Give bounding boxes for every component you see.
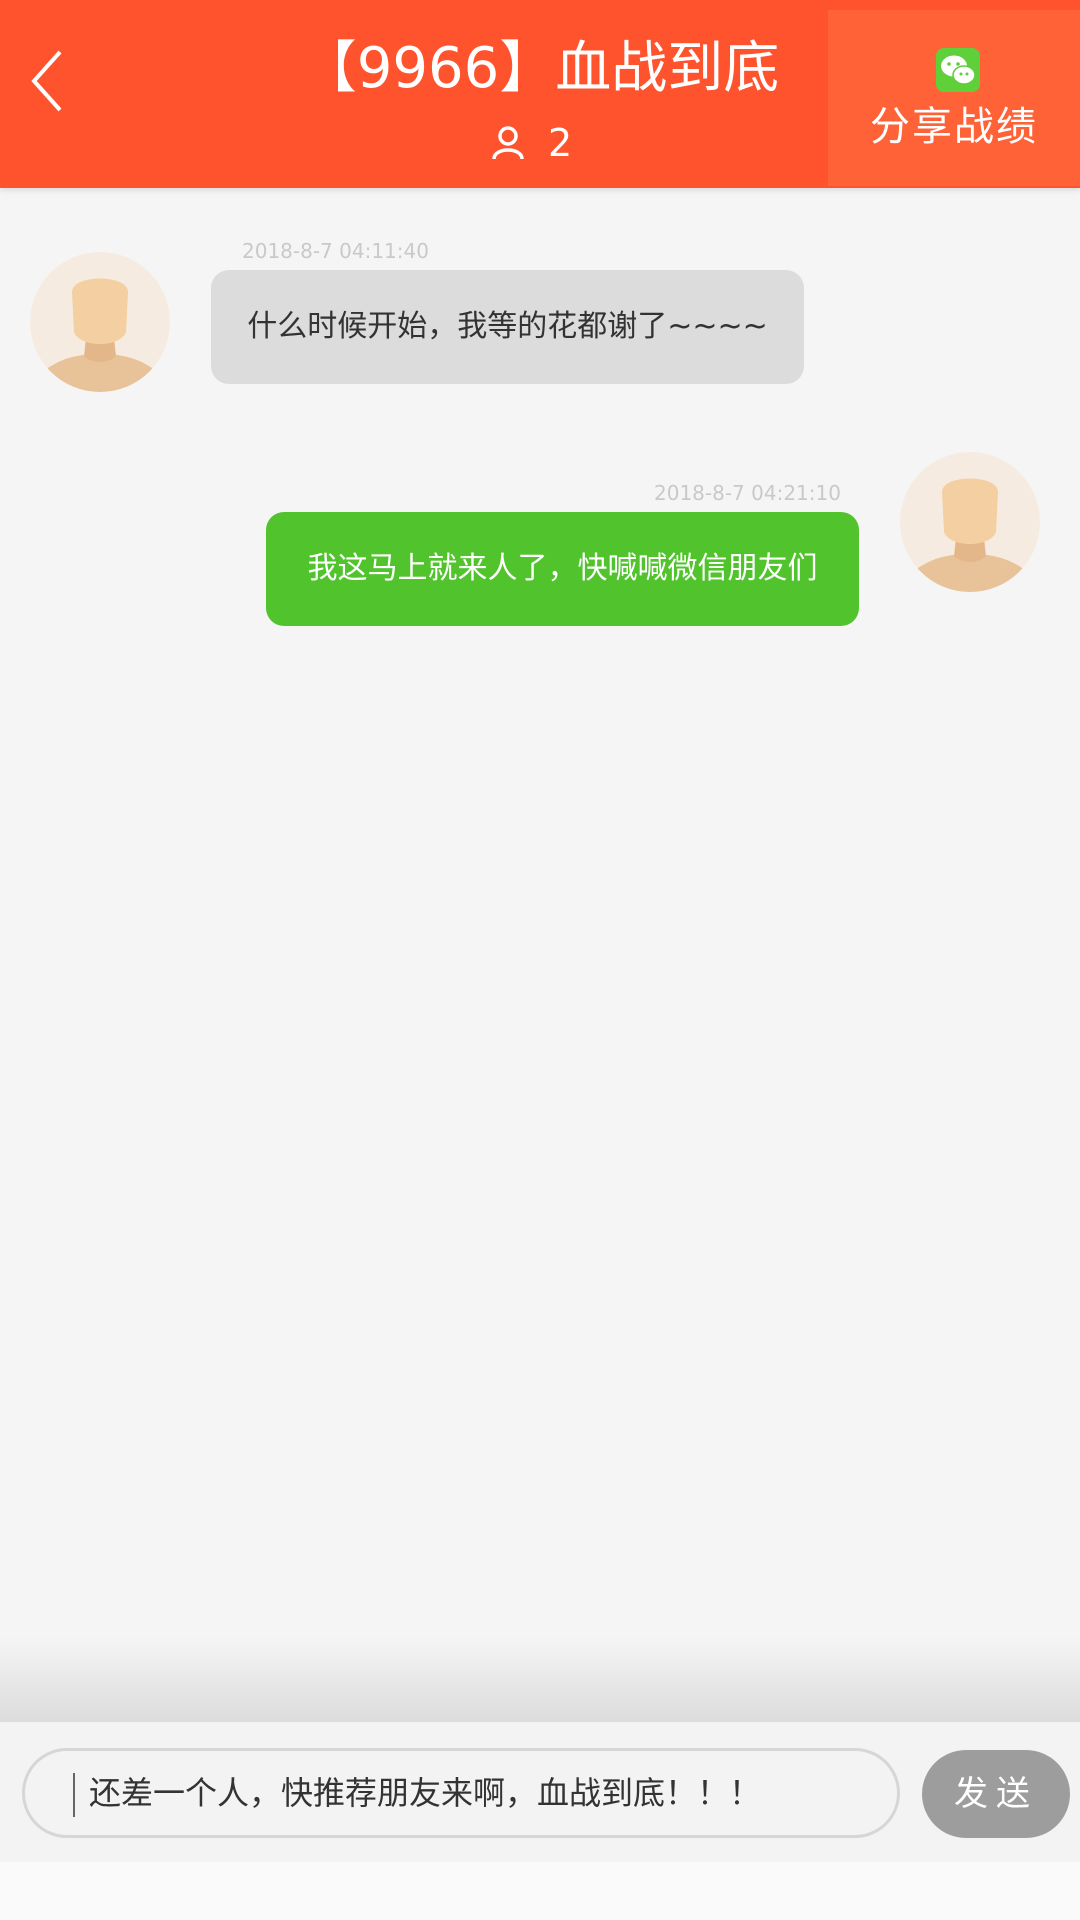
back-button[interactable] bbox=[20, 40, 90, 130]
composer-bar: 还差一个人，快推荐朋友来啊，血战到底！！！ 发送 bbox=[0, 1722, 1080, 1862]
send-button[interactable]: 发送 bbox=[922, 1750, 1070, 1838]
user-icon bbox=[492, 126, 524, 160]
share-results-label: 分享战绩 bbox=[870, 104, 1038, 150]
default-avatar-icon bbox=[40, 278, 160, 392]
room-title: 【9966】血战到底 bbox=[300, 36, 780, 101]
avatar[interactable] bbox=[900, 452, 1040, 592]
message-input-value: 还差一个人，快推荐朋友来啊，血战到底！！！ bbox=[89, 1774, 762, 1812]
member-count-value: 2 bbox=[548, 121, 573, 165]
text-caret bbox=[73, 1773, 75, 1817]
message-timestamp: 2018-8-7 04:11:40 bbox=[242, 239, 429, 263]
message-outgoing: 2018-8-7 04:21:10 我这马上就来人了，快喊喊微信朋友们 bbox=[0, 430, 1080, 650]
message-input[interactable]: 还差一个人，快推荐朋友来啊，血战到底！！！ bbox=[22, 1748, 900, 1838]
chat-header: 【9966】血战到底 2 分享战绩 bbox=[0, 0, 1080, 188]
avatar[interactable] bbox=[30, 252, 170, 392]
message-list[interactable]: 2018-8-7 04:11:40 什么时候开始，我等的花都谢了~~~~ 201… bbox=[0, 190, 1080, 1720]
message-timestamp: 2018-8-7 04:21:10 bbox=[654, 481, 841, 505]
default-avatar-icon bbox=[910, 478, 1030, 592]
share-results-button[interactable]: 分享战绩 bbox=[828, 10, 1080, 186]
wechat-icon bbox=[936, 48, 980, 92]
bottom-spacer bbox=[0, 1862, 1080, 1920]
message-bubble[interactable]: 我这马上就来人了，快喊喊微信朋友们 bbox=[266, 512, 859, 626]
message-bubble[interactable]: 什么时候开始，我等的花都谢了~~~~ bbox=[211, 270, 804, 384]
message-incoming: 2018-8-7 04:11:40 什么时候开始，我等的花都谢了~~~~ bbox=[0, 190, 1080, 410]
chevron-left-icon bbox=[31, 50, 62, 112]
member-count: 2 bbox=[490, 118, 572, 168]
list-bottom-shadow bbox=[0, 1636, 1080, 1722]
